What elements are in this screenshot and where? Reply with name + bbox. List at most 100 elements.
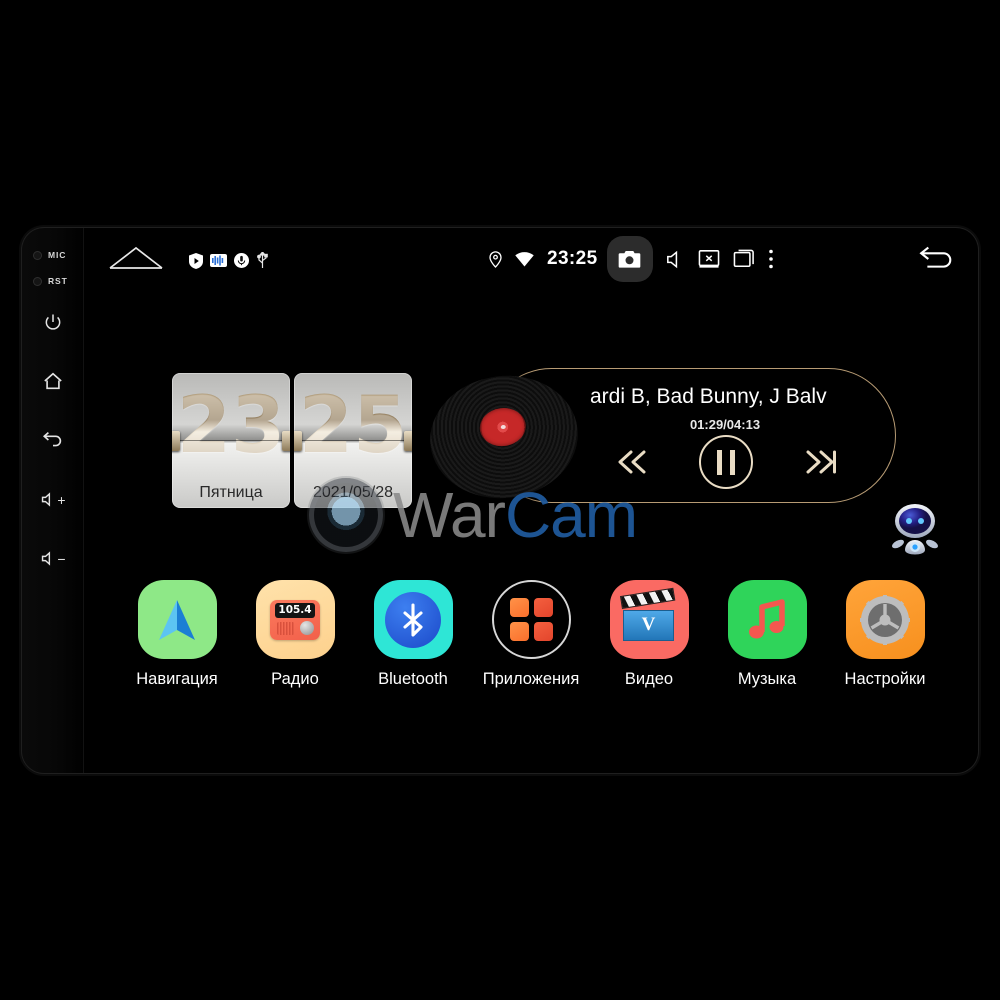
reset-indicator[interactable]: RST bbox=[33, 276, 68, 286]
app-settings[interactable]: Настройки bbox=[826, 580, 944, 689]
robot-eye-left bbox=[906, 518, 912, 524]
system-back-button[interactable] bbox=[914, 246, 956, 277]
bluetooth-circle bbox=[385, 591, 441, 648]
volume-down-icon bbox=[42, 551, 51, 566]
home-outline-icon[interactable] bbox=[108, 244, 164, 272]
location-pin-icon bbox=[489, 250, 502, 268]
app-label-radio: Радио bbox=[271, 670, 319, 688]
mic-label: MIC bbox=[48, 250, 67, 260]
app-label-bluetooth: Bluetooth bbox=[378, 670, 448, 688]
equalizer-radio-icon bbox=[210, 254, 227, 267]
volume-down-minus: − bbox=[57, 550, 66, 567]
play-shield-icon bbox=[189, 252, 203, 269]
touchscreen[interactable]: 23:25 23 Пятница 25 2021/05/28 ardi B, B… bbox=[84, 228, 978, 773]
volume-down-button[interactable]: − bbox=[22, 550, 84, 567]
status-bar: 23:25 bbox=[84, 228, 978, 290]
car-head-unit-device: MIC RST + − 23:25 23 Пятница 25 2021/05/… bbox=[22, 228, 978, 773]
vinyl-record-art bbox=[423, 367, 585, 507]
power-icon bbox=[45, 314, 61, 330]
pause-icon-bar-2 bbox=[729, 449, 735, 475]
reset-led[interactable] bbox=[33, 276, 42, 286]
status-bar-clock: 23:25 bbox=[547, 248, 598, 269]
next-track-icon bbox=[806, 450, 836, 474]
app-label-settings: Настройки bbox=[844, 670, 926, 688]
clapperboard-screen: V bbox=[623, 609, 674, 641]
robot-arm-right bbox=[926, 539, 938, 549]
app-bluetooth[interactable]: Bluetooth bbox=[354, 580, 472, 689]
status-bar-center: 23:25 bbox=[489, 228, 774, 290]
reset-label: RST bbox=[48, 276, 68, 286]
radio-speaker-grille bbox=[277, 621, 294, 635]
mic-led bbox=[33, 250, 42, 260]
back-button[interactable] bbox=[22, 430, 84, 450]
play-pause-button[interactable] bbox=[698, 435, 753, 489]
wifi-icon bbox=[515, 251, 534, 267]
robot-arm-left bbox=[892, 539, 904, 549]
app-video[interactable]: V Видео bbox=[590, 580, 708, 689]
robot-assistant-button[interactable] bbox=[884, 500, 946, 562]
clock-minutes-card: 25 2021/05/28 bbox=[294, 373, 412, 508]
app-music[interactable]: Музыка bbox=[708, 580, 826, 689]
hinge-right-2 bbox=[404, 430, 412, 451]
clapperboard: V bbox=[619, 587, 676, 642]
screenshot-button[interactable] bbox=[606, 236, 653, 282]
playback-controls bbox=[590, 435, 862, 489]
app-applications[interactable]: Приложения bbox=[472, 580, 590, 689]
power-button[interactable] bbox=[22, 312, 84, 332]
recents-button[interactable] bbox=[733, 249, 755, 269]
screen-off-button[interactable] bbox=[698, 249, 720, 269]
pause-icon-bar-1 bbox=[716, 449, 722, 475]
clapperboard-top bbox=[619, 587, 676, 609]
clock-weekday: Пятница bbox=[199, 484, 263, 501]
grid-tile-2 bbox=[533, 598, 553, 617]
camera-icon bbox=[618, 250, 641, 268]
radio-icon: 105.4 bbox=[255, 580, 335, 659]
hinge-left-2 bbox=[294, 430, 302, 451]
music-note-icon bbox=[727, 580, 807, 659]
recents-icon bbox=[733, 249, 754, 268]
screen-off-icon bbox=[698, 250, 719, 268]
mic-indicator: MIC bbox=[33, 250, 66, 260]
navigation-icon bbox=[137, 580, 217, 659]
back-arrow-icon bbox=[919, 246, 952, 268]
radio-body: 105.4 bbox=[270, 599, 320, 640]
volume-up-plus: + bbox=[57, 491, 66, 508]
home-icon bbox=[44, 372, 62, 390]
apps-grid-icon bbox=[491, 580, 571, 659]
settings-gear-icon bbox=[845, 580, 925, 659]
radio-frequency-display: 105.4 bbox=[275, 602, 315, 618]
microphone-icon bbox=[234, 253, 249, 268]
home-button[interactable] bbox=[22, 371, 84, 391]
apps-grid bbox=[509, 598, 553, 641]
music-player-widget[interactable]: ardi B, Bad Bunny, J Balv 01:29/04:13 bbox=[423, 367, 896, 507]
app-label-video: Видео bbox=[624, 670, 674, 688]
next-track-button[interactable] bbox=[802, 447, 838, 477]
app-label-applications: Приложения bbox=[482, 670, 580, 688]
radio-tuner-knob bbox=[300, 620, 314, 635]
track-title: ardi B, Bad Bunny, J Balv bbox=[590, 385, 827, 408]
previous-track-button[interactable] bbox=[614, 447, 650, 477]
overflow-menu-button[interactable] bbox=[768, 248, 774, 270]
hinge-left bbox=[172, 430, 180, 451]
previous-track-icon bbox=[618, 450, 646, 474]
track-time: 01:29/04:13 bbox=[689, 417, 761, 432]
flip-clock-widget[interactable]: 23 Пятница 25 2021/05/28 bbox=[172, 373, 412, 508]
app-label-navigation: Навигация bbox=[136, 670, 218, 688]
app-navigation[interactable]: Навигация bbox=[118, 580, 236, 689]
hinge-right bbox=[282, 430, 290, 451]
grid-tile-4 bbox=[533, 622, 553, 641]
speaker-icon bbox=[666, 250, 677, 268]
bluetooth-glyph-icon bbox=[403, 602, 423, 637]
clock-minutes: 25 bbox=[294, 373, 412, 485]
video-clapper-icon: V bbox=[609, 580, 689, 659]
volume-up-button[interactable]: + bbox=[22, 491, 84, 508]
clock-date: 2021/05/28 bbox=[312, 484, 394, 501]
robot-face bbox=[899, 508, 931, 534]
volume-button[interactable] bbox=[664, 249, 685, 270]
bluetooth-icon bbox=[373, 580, 453, 659]
app-radio[interactable]: 105.4 Радио bbox=[236, 580, 354, 689]
grid-tile-1 bbox=[509, 598, 529, 617]
notification-tray-icons bbox=[189, 252, 269, 269]
robot-eye-right bbox=[918, 518, 924, 524]
robot-core-glow bbox=[912, 544, 918, 550]
